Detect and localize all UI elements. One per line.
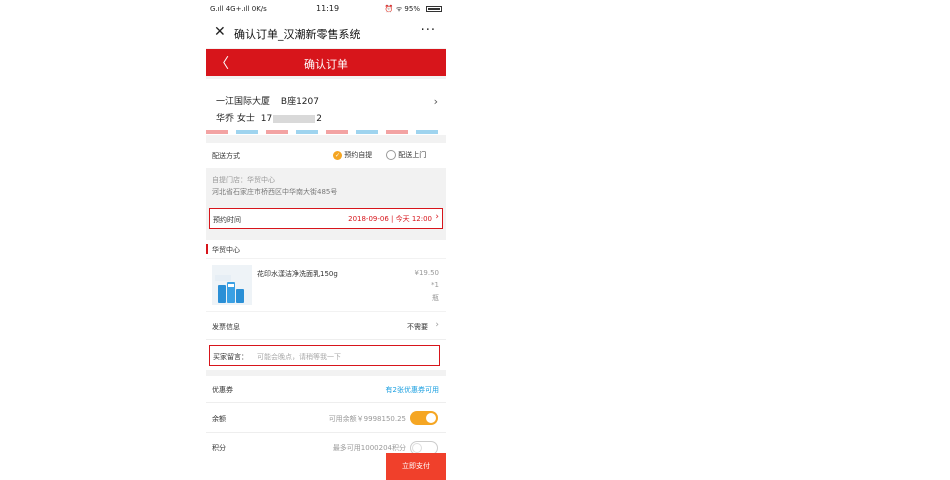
balance-toggle[interactable]: [410, 411, 438, 425]
coupon-row[interactable]: 优惠券 有2张优惠券可用: [206, 376, 446, 402]
balance-value: 可用余额￥9998150.25: [328, 415, 406, 423]
pay-now-button[interactable]: 立即支付: [386, 453, 446, 480]
status-icons: ⏰ ᯤ 95%: [384, 5, 420, 13]
page-title: 确认订单_汉潮新零售系统: [234, 28, 361, 41]
more-menu-icon[interactable]: ···: [421, 23, 436, 38]
chevron-right-icon: ›: [433, 95, 438, 108]
close-icon[interactable]: ✕: [214, 24, 226, 40]
coupon-label: 优惠券: [212, 386, 233, 394]
appointment-label: 预约时间: [213, 216, 241, 224]
product-name: 花印水漾洁净洗面乳150g: [257, 270, 338, 278]
product-unit: 瓶: [432, 294, 439, 302]
product-price: ¥19.50: [414, 269, 440, 277]
delivery-option-door-label: 配送上门: [398, 151, 427, 159]
chevron-right-icon: ›: [435, 212, 439, 222]
points-value: 最多可用1000204积分: [332, 444, 406, 452]
address-building: 一江国际大厦: [216, 97, 271, 107]
chevron-right-icon: ›: [435, 320, 439, 330]
delivery-label: 配送方式: [212, 152, 240, 160]
status-bar: G.ıll 4G+.ıll 0K/s 11:19 ⏰ ᯤ 95%: [206, 0, 446, 18]
invoice-value: 不需要: [407, 323, 428, 331]
phone-screen: G.ıll 4G+.ıll 0K/s 11:19 ⏰ ᯤ 95% ✕ 确认订单_…: [206, 0, 446, 480]
buyer-message-box[interactable]: 买家留言： 可能会晚点，请稍等我一下: [209, 345, 440, 366]
buyer-message-section: 买家留言： 可能会晚点，请稍等我一下: [206, 340, 446, 370]
points-label: 积分: [212, 444, 226, 452]
address-card[interactable]: 一江国际大厦 B座1207 华乔 女士 17 2 ›: [206, 79, 446, 135]
phone-suffix: 2: [316, 114, 322, 124]
nav-title: 确认订单: [304, 58, 348, 71]
delivery-option-door[interactable]: 配送上门: [386, 150, 426, 160]
address-unit: B座1207: [280, 97, 319, 107]
product-image: [212, 265, 252, 305]
wechat-title-bar: ✕ 确认订单_汉潮新零售系统 ···: [206, 18, 446, 48]
appointment-value: 2018-09-06 | 今天 12:00: [348, 215, 432, 223]
shop-name: 华贸中心: [212, 246, 240, 254]
address-line: 一江国际大厦 B座1207: [216, 94, 319, 107]
delivery-option-pickup[interactable]: ✓ 预约自提: [333, 150, 372, 160]
buyer-message-input[interactable]: 可能会晚点，请稍等我一下: [257, 352, 341, 362]
phone-prefix: 17: [260, 114, 273, 124]
invoice-row[interactable]: 发票信息 不需要 ›: [206, 312, 446, 339]
delivery-method-row: 配送方式 ✓ 预约自提 配送上门: [206, 143, 446, 168]
balance-row: 余额 可用余额￥9998150.25: [206, 403, 446, 432]
checkmark-icon: ✓: [333, 150, 342, 160]
invoice-label: 发票信息: [212, 323, 240, 331]
contact-name: 华乔 女士: [216, 114, 255, 124]
shop-marker: [206, 244, 208, 254]
clock: 11:19: [316, 4, 340, 13]
product-quantity: *1: [431, 281, 439, 289]
product-item[interactable]: 花印水漾洁净洗面乳150g ¥19.50 *1 瓶: [206, 259, 446, 311]
phone-mask: [273, 114, 316, 123]
delivery-option-pickup-label: 预约自提: [344, 151, 373, 159]
radio-icon: [386, 150, 396, 160]
contact-line: 华乔 女士 17 2: [216, 111, 322, 124]
envelope-stripe: [206, 130, 446, 134]
appointment-time-row[interactable]: 预约时间 2018-09-06 | 今天 12:00 ›: [209, 208, 443, 229]
points-row: 积分 最多可用1000204积分: [206, 433, 446, 455]
signal-indicator: G.ıll 4G+.ıll 0K/s: [210, 5, 267, 13]
nav-bar: 〈 确认订单: [206, 49, 446, 76]
buyer-message-label: 买家留言：: [213, 353, 248, 361]
pickup-store-info: 自提门店：华贸中心 河北省石家庄市桥西区中华南大街485号: [206, 168, 446, 207]
store-name: 自提门店：华贸中心: [212, 176, 275, 184]
store-address: 河北省石家庄市桥西区中华南大街485号: [212, 188, 338, 196]
battery-icon: [426, 6, 442, 12]
balance-label: 余额: [212, 415, 226, 423]
shop-header: 华贸中心: [206, 240, 446, 258]
coupon-value: 有2张优惠券可用: [385, 386, 439, 394]
